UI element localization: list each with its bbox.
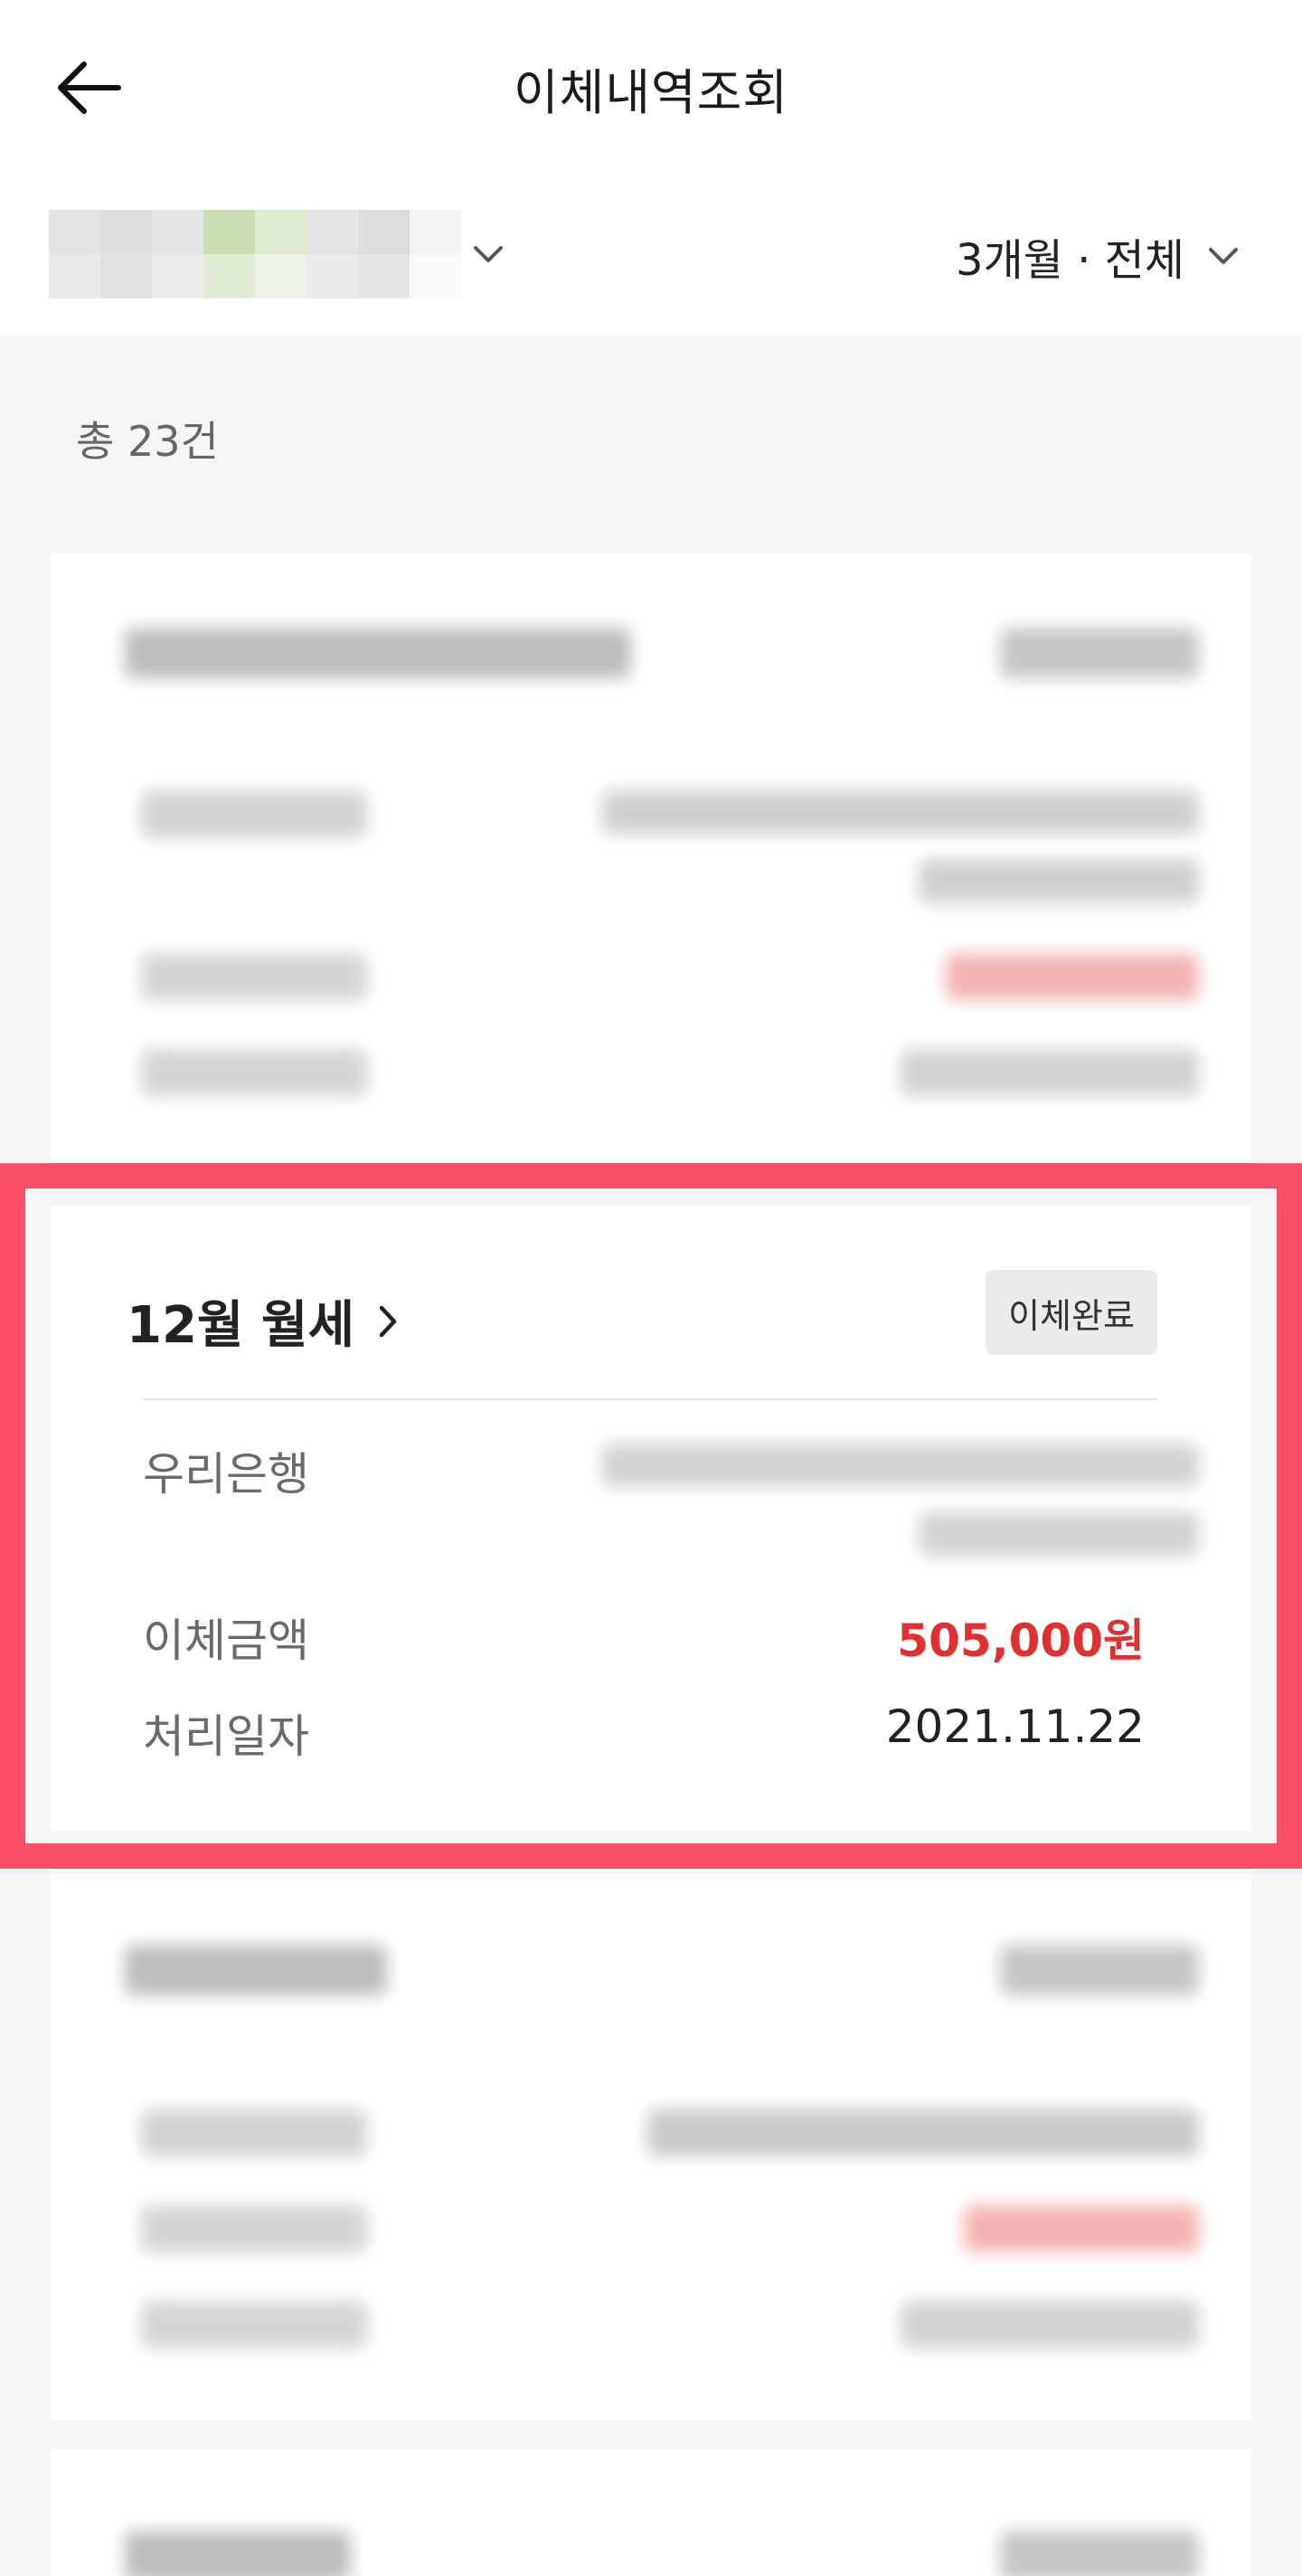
period-filter-dropdown[interactable]: 3개월 · 전체	[956, 224, 1239, 288]
amount-value: 505,000원	[897, 1615, 1145, 1667]
header: 이체내역조회 3개월 · 전체	[0, 0, 1302, 335]
date-label: 처리일자	[143, 1710, 309, 1763]
account-name-mosaic	[49, 210, 461, 298]
transfer-history-page: 이체내역조회 3개월 · 전체 총 23건 12월 월세 이체완료 우리은행 이…	[0, 0, 1302, 2576]
transfer-card-highlighted[interactable]: 12월 월세 이체완료 우리은행 이체금액 505,000원 처리일자 2021…	[51, 1207, 1251, 1831]
account-selector[interactable]	[49, 210, 510, 298]
transfer-title-link[interactable]: 12월 월세	[127, 1284, 398, 1358]
date-value: 2021.11.22	[885, 1700, 1145, 1753]
transfer-card-blurred[interactable]	[51, 2449, 1251, 2576]
page-title: 이체내역조회	[513, 64, 789, 121]
chevron-down-icon	[1209, 248, 1238, 264]
status-badge: 이체완료	[986, 1270, 1157, 1355]
total-count: 총 23건	[76, 417, 219, 466]
bank-label: 우리은행	[143, 1448, 309, 1501]
chevron-down-icon	[474, 246, 503, 262]
transfer-card-blurred[interactable]	[51, 1869, 1251, 2420]
transfer-title: 12월 월세	[127, 1296, 354, 1355]
amount-label: 이체금액	[143, 1615, 309, 1667]
chevron-right-icon	[379, 1305, 397, 1337]
period-filter-label: 3개월 · 전체	[956, 235, 1184, 286]
divider	[143, 1398, 1157, 1400]
transfer-card-blurred[interactable]	[51, 554, 1251, 1163]
